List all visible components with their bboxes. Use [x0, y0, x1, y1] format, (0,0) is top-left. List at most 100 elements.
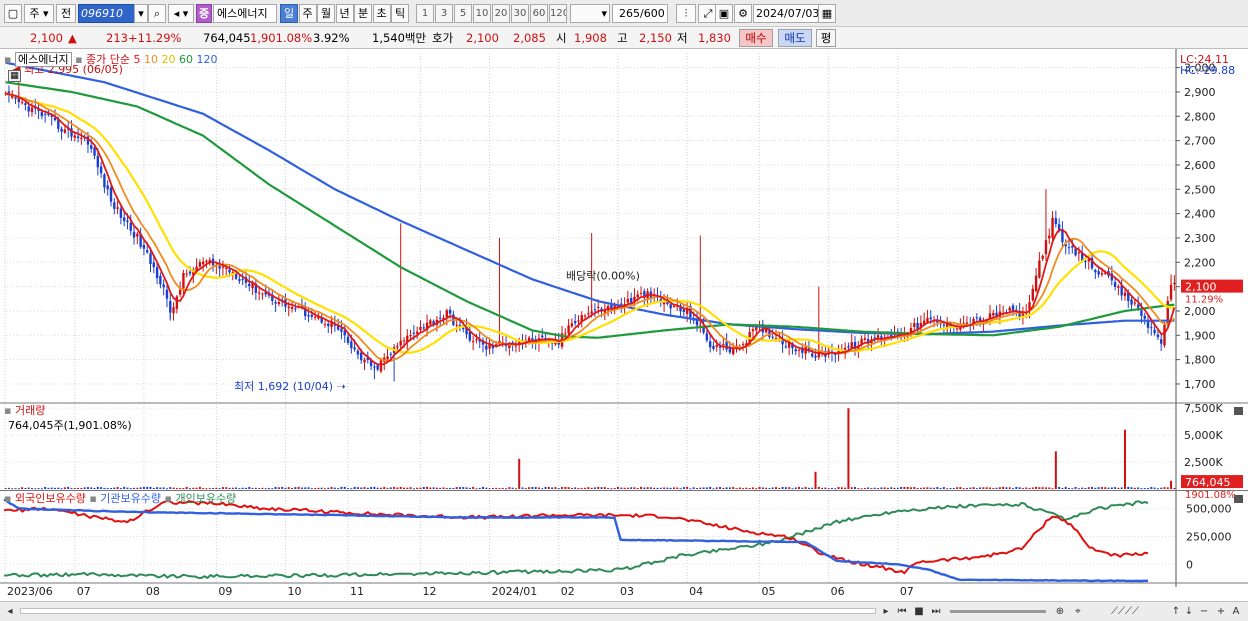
interval-tab[interactable]: 1	[416, 4, 434, 23]
candle-body	[27, 106, 30, 112]
candle-body	[415, 331, 419, 334]
price-legend: ▪ 에스에너지 ▪ 종가 단순 5 10 20 60 120	[4, 52, 218, 67]
chart-canvas[interactable]: 2023/06 07 08 09 10 11 12 2024/01 02 03 04 05 06 073,…	[0, 49, 1248, 601]
crosshair-icon[interactable]: ⌖	[1070, 604, 1086, 619]
interval-tab[interactable]: 60	[530, 4, 548, 23]
gear-icon[interactable]: ⚙	[734, 4, 752, 23]
candle-body	[396, 346, 399, 348]
candle-body	[20, 102, 24, 104]
bar-count-input[interactable]: 265/600	[612, 4, 668, 23]
interval-tab[interactable]: 10	[473, 4, 491, 23]
zoom-out-icon[interactable]: −	[1198, 604, 1210, 619]
interval-tab[interactable]: 30	[511, 4, 529, 23]
period-tab[interactable]: 초	[372, 4, 391, 23]
period-tab[interactable]: 틱	[391, 4, 409, 23]
volume-bar	[534, 487, 537, 489]
volume-bar	[728, 487, 731, 489]
individual-legend: 개인보유수량	[175, 492, 237, 505]
candle-body	[468, 331, 472, 341]
arrow-up-icon[interactable]: ↑	[1170, 604, 1182, 619]
chart-type-select[interactable]: 주 ▾	[24, 4, 54, 23]
interval-tab[interactable]: 3	[435, 4, 453, 23]
volume-bar	[1068, 487, 1071, 489]
volume-bar	[1100, 487, 1103, 489]
volume-bar	[297, 486, 300, 489]
candle-body	[682, 309, 686, 312]
candle-body	[929, 317, 932, 320]
candle-body	[261, 293, 264, 295]
period-tab[interactable]: 일	[280, 4, 298, 23]
x-tick-label: 07	[900, 585, 914, 598]
bar-count-max: /600	[640, 7, 665, 20]
volume-bar	[396, 487, 399, 489]
ma60-legend: 60	[179, 53, 194, 66]
volume-bar	[788, 487, 791, 489]
interval-tab[interactable]: 5	[454, 4, 472, 23]
volume-bar	[27, 487, 30, 489]
chart-window-icon[interactable]: ▢	[4, 4, 22, 23]
candle-body	[712, 345, 715, 349]
sell-button[interactable]: 매도	[778, 29, 812, 47]
volume-bar	[1153, 487, 1156, 489]
volume-bar	[416, 487, 419, 489]
candle-body	[419, 327, 422, 331]
volume-bar	[1114, 487, 1117, 489]
volume-bar	[939, 488, 942, 490]
volume-bar	[376, 487, 379, 489]
save-icon[interactable]: ▣	[715, 4, 733, 23]
volume-bar	[840, 487, 843, 489]
chart-area[interactable]: 2023/06 07 08 09 10 11 12 2024/01 02 03 04 05 06 07 3,…	[0, 49, 1248, 601]
period-tab[interactable]: 주	[298, 4, 317, 23]
holders-tick-label: 0	[1186, 558, 1193, 571]
code-dropdown-icon[interactable]: ▾	[134, 4, 148, 23]
stop-icon[interactable]: ■	[912, 604, 926, 619]
buy-button[interactable]: 매수	[739, 29, 773, 47]
market-select[interactable]: 전	[56, 4, 76, 23]
scroll-left-icon[interactable]: ◂	[4, 604, 16, 619]
scrollbar-track[interactable]	[20, 608, 876, 614]
interval-tab[interactable]: 20	[492, 4, 510, 23]
interval-tab[interactable]: 120	[549, 4, 567, 23]
zoom-in-icon[interactable]: +	[1215, 604, 1227, 619]
zoom-slider[interactable]	[950, 610, 1046, 613]
first-page-icon[interactable]: ⏮	[894, 604, 910, 619]
font-size-icon[interactable]: A	[1230, 604, 1242, 619]
period-tab[interactable]: 년	[335, 4, 354, 23]
draw-line-icon[interactable]: ⟋⟋⟋⟋	[1090, 604, 1160, 619]
table-icon[interactable]: ▦	[8, 70, 21, 82]
volume-bar	[1133, 487, 1136, 489]
candle-body	[1159, 339, 1163, 344]
volume-current-text: 764,045	[1185, 476, 1231, 489]
eval-button[interactable]: 평	[816, 29, 836, 47]
volume-bar	[419, 487, 422, 489]
stock-name-field[interactable]: 에스에너지	[213, 4, 277, 23]
speaker-icon[interactable]: ◂ ▾	[168, 4, 194, 23]
candle-body	[1173, 282, 1176, 284]
stock-code-input[interactable]: 096910	[78, 4, 138, 23]
pane-close-icon	[1234, 495, 1243, 503]
calendar-icon[interactable]: ▦	[818, 4, 836, 23]
price-legend-name: 에스에너지	[14, 52, 72, 67]
candle-body	[722, 343, 725, 345]
candle-body	[43, 113, 47, 115]
price-tick-label: 2,200	[1184, 256, 1216, 269]
volume-bar	[1051, 488, 1054, 490]
volume-bar	[952, 487, 955, 489]
volume-bar	[679, 488, 682, 490]
volume-bar	[676, 487, 679, 489]
price-change: 213	[106, 31, 128, 45]
search-icon[interactable]: ⌕	[148, 4, 166, 23]
zoom-icon[interactable]: ⊕	[1052, 604, 1068, 619]
date-input[interactable]: 2024/07/03	[753, 4, 821, 23]
period-tab[interactable]: 월	[317, 4, 335, 23]
candle-body	[751, 329, 755, 332]
arrow-down-icon[interactable]: ↓	[1183, 604, 1195, 619]
candle-style-icon[interactable]: ⫶	[676, 4, 696, 23]
volume-bar	[807, 487, 810, 489]
period-tab[interactable]: 분	[354, 4, 372, 23]
scroll-right-icon[interactable]: ▸	[880, 604, 892, 619]
volume-bar	[1038, 487, 1041, 489]
volume-bar	[172, 487, 175, 489]
last-page-icon[interactable]: ⏭	[928, 604, 944, 619]
interval-select[interactable]: ▾	[570, 4, 610, 23]
